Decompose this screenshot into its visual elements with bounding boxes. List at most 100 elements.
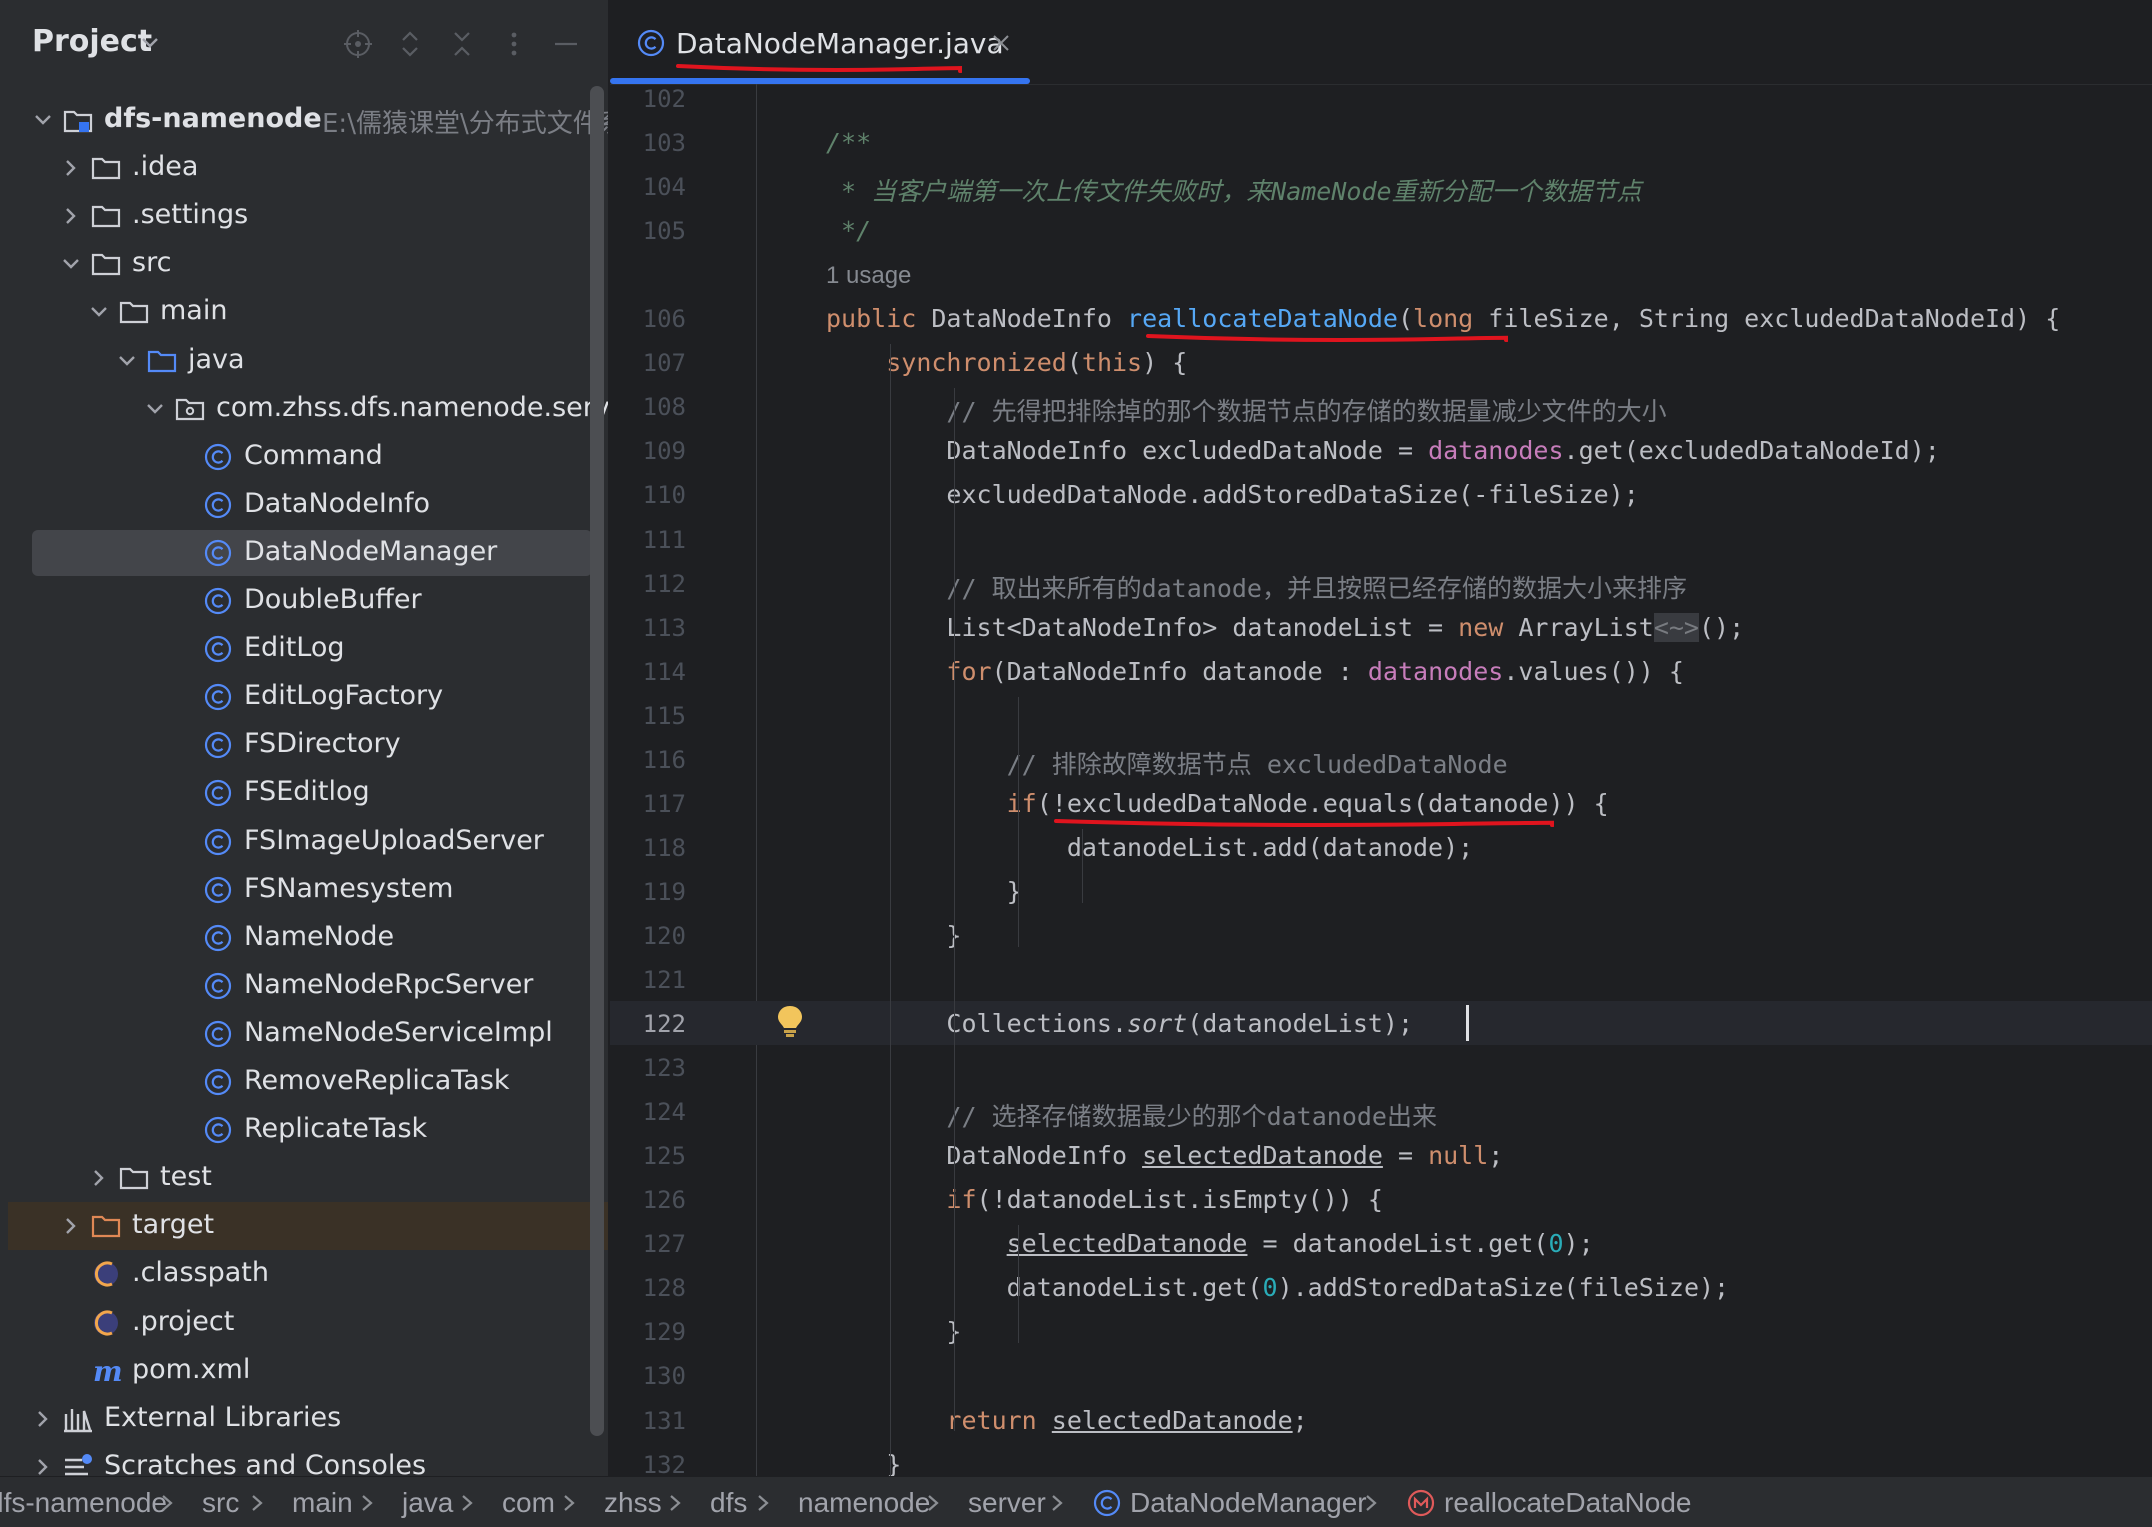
options-menu-icon[interactable] — [498, 28, 530, 60]
locate-file-icon[interactable] — [342, 28, 374, 60]
chevron-right-icon[interactable] — [60, 1215, 82, 1237]
chevron-down-icon[interactable] — [144, 398, 166, 420]
tree-item-java[interactable]: java — [8, 337, 608, 385]
tree-item-namenode[interactable]: NameNode — [8, 914, 608, 962]
tree-item-com-zhss-dfs-namenode-server[interactable]: com.zhss.dfs.namenode.server — [8, 385, 608, 433]
tree-item-label: .idea — [132, 151, 199, 183]
collapse-all-icon[interactable] — [446, 28, 478, 60]
hide-panel-icon[interactable] — [550, 28, 582, 60]
chevron-right-icon[interactable] — [32, 1408, 54, 1430]
code-line[interactable]: 112 // 取出来所有的datanode，并且按照已经存储的数据大小来排序 — [610, 561, 2152, 605]
code-line[interactable]: 108 // 先得把排除掉的那个数据节点的存储的数据量减少文件的大小 — [610, 384, 2152, 428]
code-line[interactable]: 129 } — [610, 1309, 2152, 1353]
code-line[interactable]: 132 } — [610, 1442, 2152, 1476]
maven-file-icon: m — [93, 1355, 122, 1387]
tree-item-src[interactable]: src — [8, 240, 608, 288]
folder-icon — [91, 206, 121, 228]
project-view-selector[interactable]: Project — [32, 24, 152, 59]
tree-item-replicatetask[interactable]: ReplicateTask — [8, 1106, 608, 1154]
code-line[interactable]: 114 for(DataNodeInfo datanode : datanode… — [610, 649, 2152, 693]
breadcrumb-item[interactable]: java — [402, 1487, 453, 1519]
tree-item-settings[interactable]: .settings — [8, 192, 608, 240]
tree-item-command[interactable]: Command — [8, 433, 608, 481]
usage-hint[interactable]: 1 usage — [826, 262, 911, 290]
code-line[interactable]: 115 — [610, 693, 2152, 737]
tree-item-namenoderpcserver[interactable]: NameNodeRpcServer — [8, 962, 608, 1010]
lightbulb-icon[interactable] — [776, 1004, 804, 1038]
code-line[interactable]: 103 /** — [610, 120, 2152, 164]
chevron-down-icon[interactable] — [116, 350, 138, 372]
code-line[interactable]: 104 * 当客户端第一次上传文件失败时，来NameNode重新分配一个数据节点 — [610, 164, 2152, 208]
chevron-down-icon[interactable] — [138, 30, 162, 54]
expand-all-icon[interactable] — [394, 28, 426, 60]
class-icon — [204, 924, 232, 951]
code-line[interactable]: 119 } — [610, 869, 2152, 913]
tree-item-dfs-namenode[interactable]: dfs-namenode E:\儒猿课堂\分布式文件系 — [8, 96, 608, 144]
tree-item-namenodeserviceimpl[interactable]: NameNodeServiceImpl — [8, 1010, 608, 1058]
code-line[interactable]: 128 datanodeList.get(0).addStoredDataSiz… — [610, 1265, 2152, 1309]
code-line[interactable]: 131 return selectedDatanode; — [610, 1398, 2152, 1442]
tree-item-test[interactable]: test — [8, 1154, 608, 1202]
code-line[interactable]: 126 if(!datanodeList.isEmpty()) { — [610, 1177, 2152, 1221]
breadcrumb-item[interactable]: main — [292, 1487, 353, 1519]
chevron-down-icon[interactable] — [88, 301, 110, 323]
tree-item-doublebuffer[interactable]: DoubleBuffer — [8, 577, 608, 625]
tree-item-project[interactable]: .project — [8, 1299, 608, 1347]
code-line[interactable]: 107 synchronized(this) { — [610, 340, 2152, 384]
tree-item-fseditlog[interactable]: FSEditlog — [8, 769, 608, 817]
tree-item-external-libraries[interactable]: External Libraries — [8, 1395, 608, 1443]
breadcrumb-item[interactable]: dfs — [710, 1487, 747, 1519]
tree-item-editlogfactory[interactable]: EditLogFactory — [8, 673, 608, 721]
tree-item-fsnamesystem[interactable]: FSNamesystem — [8, 866, 608, 914]
code-line[interactable]: 125 DataNodeInfo selectedDatanode = null… — [610, 1133, 2152, 1177]
tree-item-classpath[interactable]: .classpath — [8, 1250, 608, 1298]
code-line[interactable]: 130 — [610, 1353, 2152, 1397]
close-icon[interactable] — [988, 30, 1014, 56]
chevron-right-icon[interactable] — [88, 1167, 110, 1189]
code-text: // 选择存储数据最少的那个datanode出来 — [826, 1102, 1437, 1132]
breadcrumb-item[interactable]: server — [968, 1487, 1046, 1519]
chevron-down-icon[interactable] — [32, 109, 54, 131]
line-number: 112 — [642, 569, 686, 598]
editor-tab-active[interactable]: DataNodeManager.java — [610, 0, 1030, 84]
breadcrumb-item[interactable]: DataNodeManager — [1130, 1487, 1367, 1519]
code-line[interactable]: 123 — [610, 1045, 2152, 1089]
tree-item-fsimageuploadserver[interactable]: FSImageUploadServer — [8, 818, 608, 866]
class-icon — [204, 587, 232, 615]
tree-item-editlog[interactable]: EditLog — [8, 625, 608, 673]
tree-item-datanodemanager[interactable]: DataNodeManager — [8, 529, 608, 577]
code-line[interactable]: 127 selectedDatanode = datanodeList.get(… — [610, 1221, 2152, 1265]
code-line[interactable]: 116 // 排除故障数据节点 excludedDataNode — [610, 737, 2152, 781]
breadcrumb-item[interactable]: com — [502, 1487, 555, 1519]
tree-item-target[interactable]: target — [8, 1202, 608, 1251]
breadcrumb-item[interactable]: reallocateDataNode — [1444, 1487, 1692, 1519]
code-line[interactable]: 122 Collections.sort(datanodeList); — [610, 1001, 2152, 1046]
tree-item-pom-xml[interactable]: m pom.xml — [8, 1347, 608, 1395]
code-line[interactable]: 118 datanodeList.add(datanode); — [610, 825, 2152, 869]
breadcrumb-item[interactable]: namenode — [798, 1487, 930, 1519]
tree-item-scratches-and-consoles[interactable]: Scratches and Consoles — [8, 1443, 608, 1476]
breadcrumb-item[interactable]: dfs-namenode — [0, 1487, 167, 1519]
breadcrumb-item[interactable]: zhss — [604, 1487, 662, 1519]
code-line[interactable]: 105 */ — [610, 208, 2152, 252]
project-tree-scrollbar[interactable] — [590, 86, 604, 1436]
code-line[interactable]: 113 List<DataNodeInfo> datanodeList = ne… — [610, 605, 2152, 649]
chevron-right-icon[interactable] — [60, 205, 82, 227]
tree-item-removereplicatask[interactable]: RemoveReplicaTask — [8, 1058, 608, 1106]
code-line[interactable]: 109 DataNodeInfo excludedDataNode = data… — [610, 428, 2152, 472]
tree-item-fsdirectory[interactable]: FSDirectory — [8, 721, 608, 769]
code-line[interactable]: 102 — [610, 76, 2152, 120]
code-line[interactable]: 110 excludedDataNode.addStoredDataSize(-… — [610, 472, 2152, 516]
chevron-right-icon[interactable] — [32, 1456, 54, 1476]
tree-item-main[interactable]: main — [8, 288, 608, 336]
line-number: 130 — [642, 1362, 686, 1391]
tree-item-idea[interactable]: .idea — [8, 144, 608, 192]
code-line[interactable]: 121 — [610, 957, 2152, 1001]
breadcrumb-item[interactable]: src — [202, 1487, 239, 1519]
chevron-right-icon[interactable] — [60, 157, 82, 179]
code-line[interactable]: 120 } — [610, 913, 2152, 957]
code-line[interactable]: 124 // 选择存储数据最少的那个datanode出来 — [610, 1089, 2152, 1133]
chevron-down-icon[interactable] — [60, 253, 82, 275]
tree-item-datanodeinfo[interactable]: DataNodeInfo — [8, 481, 608, 529]
code-line[interactable]: 111 — [610, 517, 2152, 561]
